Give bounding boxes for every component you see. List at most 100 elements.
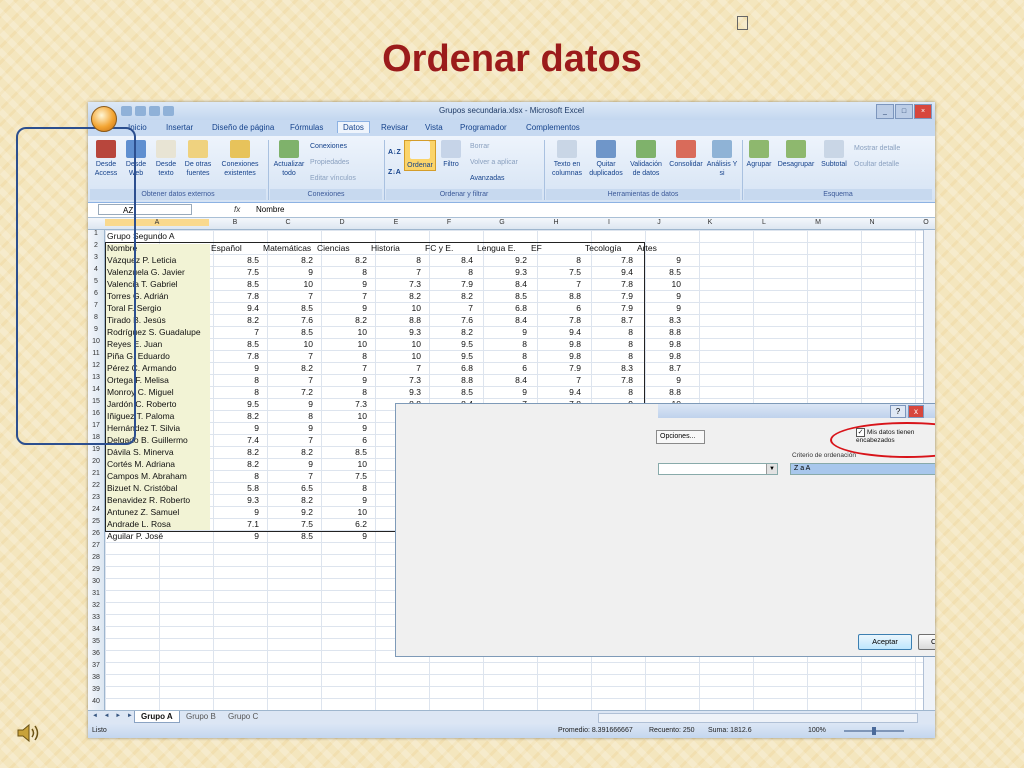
grade-cell[interactable]: 8 (425, 267, 473, 277)
tab-formulas[interactable]: Fórmulas (290, 123, 323, 132)
tab-complementos[interactable]: Complementos (526, 123, 580, 132)
grade-cell[interactable]: 8.7 (637, 363, 681, 373)
grade-cell[interactable]: 8.8 (371, 315, 421, 325)
sheet-nav-arrows[interactable]: ◄ ◄ ► ► (92, 713, 135, 719)
header-cell[interactable]: FC y E. (425, 243, 473, 253)
row-header[interactable]: 30 (88, 578, 104, 585)
grade-cell[interactable]: 7.8 (211, 291, 259, 301)
header-cell[interactable]: EF (531, 243, 581, 253)
grade-cell[interactable]: 7.8 (585, 375, 633, 385)
grade-cell[interactable]: 9.4 (531, 327, 581, 337)
grade-cell[interactable]: 8 (317, 267, 367, 277)
grade-cell[interactable]: 10 (317, 327, 367, 337)
grade-cell[interactable]: 8.5 (637, 267, 681, 277)
grade-cell[interactable]: 9 (317, 279, 367, 289)
sheet-tab-grupo-b[interactable]: Grupo B (180, 711, 222, 722)
sheet-tab-grupo-c[interactable]: Grupo C (222, 711, 264, 722)
grade-cell[interactable]: 9 (637, 375, 681, 385)
grade-cell[interactable]: 7 (263, 351, 313, 361)
grade-cell[interactable]: 7.4 (211, 435, 259, 445)
row-header[interactable]: 40 (88, 698, 104, 705)
grade-cell[interactable]: 10 (263, 279, 313, 289)
name-cell[interactable]: Aguilar P. José (107, 531, 207, 541)
grade-cell[interactable]: 7.9 (585, 291, 633, 301)
tab-insertar[interactable]: Insertar (166, 123, 193, 132)
otras-fuentes-button[interactable]: De otras fuentes (182, 140, 214, 178)
row-header[interactable]: 25 (88, 518, 104, 525)
column-header-e[interactable]: E (369, 219, 423, 226)
grade-cell[interactable]: 6 (317, 435, 367, 445)
grade-cell[interactable]: 7.2 (263, 387, 313, 397)
grade-cell[interactable]: 9 (477, 327, 527, 337)
cancelar-button[interactable]: Cancelar (918, 634, 935, 650)
volver-aplicar-button[interactable]: Volver a aplicar (470, 158, 518, 167)
speaker-icon[interactable] (16, 722, 42, 744)
quick-access-toolbar[interactable] (121, 106, 191, 117)
row-header[interactable]: 21 (88, 470, 104, 477)
grade-cell[interactable]: 9.4 (211, 303, 259, 313)
maximize-icon[interactable]: □ (895, 104, 913, 119)
grade-cell[interactable]: 7.5 (531, 267, 581, 277)
dialog-close-icon[interactable]: x (908, 405, 924, 418)
validacion-button[interactable]: Validación de datos (626, 140, 666, 178)
grade-cell[interactable]: 7.5 (317, 471, 367, 481)
grade-cell[interactable]: 8.7 (585, 315, 633, 325)
grade-cell[interactable]: 8.2 (263, 447, 313, 457)
name-cell[interactable]: Andrade L. Rosa (107, 519, 207, 529)
row-header[interactable]: 24 (88, 506, 104, 513)
grade-cell[interactable]: 8 (371, 255, 421, 265)
sort-za-icon[interactable]: Z↓A (388, 168, 401, 177)
propiedades-button[interactable]: Propiedades (310, 158, 349, 167)
grade-cell[interactable]: 7.9 (585, 303, 633, 313)
grade-cell[interactable]: 9.4 (585, 267, 633, 277)
grade-cell[interactable]: 8.5 (211, 255, 259, 265)
criterio-select[interactable]: Z a A▼ (790, 463, 935, 475)
grade-cell[interactable]: 8.5 (477, 291, 527, 301)
row-header[interactable]: 31 (88, 590, 104, 597)
opciones-button[interactable]: Opciones... (656, 430, 705, 444)
column-header-i[interactable]: I (583, 219, 635, 226)
grade-cell[interactable]: 9 (211, 423, 259, 433)
grade-cell[interactable]: 8.4 (477, 375, 527, 385)
grade-cell[interactable]: 9 (317, 303, 367, 313)
header-cell[interactable]: Matemáticas (263, 243, 313, 253)
grade-cell[interactable]: 8 (317, 387, 367, 397)
tab-datos[interactable]: Datos (337, 121, 370, 133)
grade-cell[interactable]: 9.8 (531, 351, 581, 361)
grade-cell[interactable]: 9 (317, 531, 367, 541)
column-header-o[interactable]: O (899, 219, 935, 226)
grade-cell[interactable]: 8.2 (317, 315, 367, 325)
grade-cell[interactable]: 8 (317, 483, 367, 493)
header-cell[interactable]: Tecología (585, 243, 633, 253)
grade-cell[interactable]: 7 (263, 375, 313, 385)
grade-cell[interactable]: 8.8 (531, 291, 581, 301)
grade-cell[interactable]: 8 (211, 375, 259, 385)
sheet-tab-grupo-a[interactable]: Grupo A (134, 711, 180, 723)
grade-cell[interactable]: 9 (211, 363, 259, 373)
grade-cell[interactable]: 10 (317, 507, 367, 517)
grade-cell[interactable]: 7.6 (263, 315, 313, 325)
tab-vista[interactable]: Vista (425, 123, 443, 132)
grade-cell[interactable]: 6 (531, 303, 581, 313)
grade-cell[interactable]: 9 (317, 495, 367, 505)
row-header[interactable]: 34 (88, 626, 104, 633)
subtotal-button[interactable]: Subtotal (818, 140, 850, 169)
grade-cell[interactable]: 9.5 (211, 399, 259, 409)
grade-cell[interactable]: 7.8 (585, 279, 633, 289)
help-icon[interactable]: ? (890, 405, 906, 418)
grade-cell[interactable]: 8 (263, 411, 313, 421)
name-cell[interactable]: Campos M. Abraham (107, 471, 207, 481)
grade-cell[interactable]: 8.4 (425, 255, 473, 265)
name-cell[interactable]: Antunez Z. Samuel (107, 507, 207, 517)
grade-cell[interactable]: 6 (477, 363, 527, 373)
grade-cell[interactable]: 7 (531, 279, 581, 289)
grade-cell[interactable]: 8.2 (263, 495, 313, 505)
grade-cell[interactable]: 6.8 (477, 303, 527, 313)
grade-cell[interactable]: 7 (263, 291, 313, 301)
grade-cell[interactable]: 7 (317, 291, 367, 301)
grade-cell[interactable]: 9 (263, 459, 313, 469)
grade-cell[interactable]: 7 (371, 363, 421, 373)
grade-cell[interactable]: 9.8 (637, 351, 681, 361)
grade-cell[interactable]: 7 (317, 363, 367, 373)
grade-cell[interactable]: 8.5 (317, 447, 367, 457)
